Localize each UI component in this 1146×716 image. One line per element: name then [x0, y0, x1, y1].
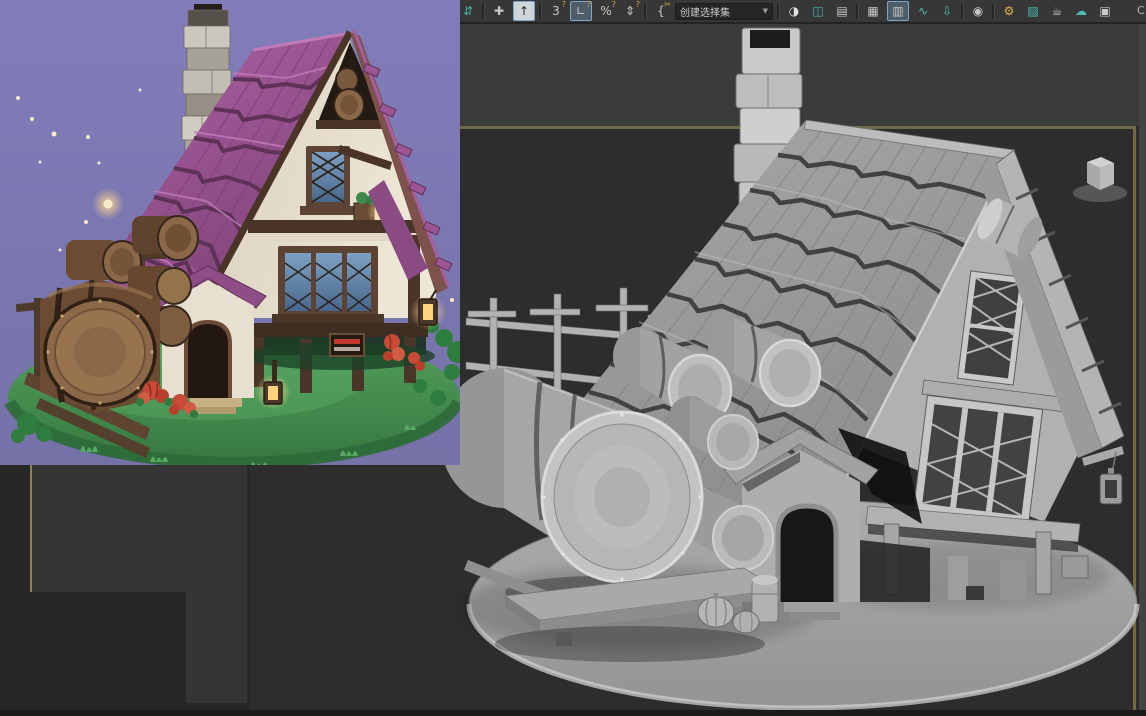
named-selection-sets-icon[interactable]: {✂ — [651, 1, 671, 20]
bottom-left-subviewport — [32, 465, 247, 592]
scene-explorer-icon[interactable]: ▤ — [832, 2, 852, 20]
snaps-toggle-icon[interactable]: 3? — [546, 1, 566, 20]
render-production-icon[interactable]: ☕ — [1047, 2, 1067, 20]
toolbar-separator — [539, 3, 542, 19]
align-icon[interactable]: ◫ — [808, 2, 828, 20]
toolbar-separator — [777, 3, 780, 19]
curve-editor-icon[interactable]: ∿ — [913, 2, 933, 20]
3ds-max-window: ⇵ ✚ ↑ 3? ∟? %? ⇕? {✂ 创建选择集 ▼ ◑ ◫ ▤ ▦ ▥ ∿… — [0, 0, 1146, 716]
tavern-sign — [329, 333, 365, 357]
spinner-snap-icon[interactable]: ⇕? — [620, 1, 640, 20]
toolbar-separator — [644, 3, 647, 19]
layer-explorer-icon[interactable]: ▦ — [863, 2, 883, 20]
mirror-icon[interactable]: ◑ — [784, 2, 804, 20]
percent-snap-icon[interactable]: %? — [596, 1, 616, 20]
material-editor-icon[interactable]: ◉ — [968, 2, 988, 20]
ref-lower-window — [272, 246, 384, 323]
dropdown-value: 创建选择集 — [680, 7, 730, 19]
viewport-left-border — [30, 465, 32, 592]
window-crossing-icon[interactable]: ⇵ — [458, 2, 478, 20]
rendered-frame-window-icon[interactable]: ▧ — [1023, 2, 1043, 20]
edge-partial-label: C — [1137, 4, 1145, 17]
right-panel-edge — [1139, 22, 1146, 716]
ribbon-toggle-icon[interactable]: ▥ — [887, 1, 909, 21]
schematic-view-icon[interactable]: ⇩ — [937, 2, 957, 20]
toolbar-separator — [856, 3, 859, 19]
angle-snap-icon[interactable]: ∟? — [570, 1, 592, 21]
ref-upper-window — [300, 146, 356, 215]
toolbar-separator — [992, 3, 995, 19]
toolbar-separator — [482, 3, 485, 19]
render-gallery-icon[interactable]: ▣ — [1095, 2, 1115, 20]
render-in-cloud-icon[interactable]: ☁ — [1071, 2, 1091, 20]
select-move-icon[interactable]: ✚ — [489, 2, 509, 20]
select-place-icon[interactable]: ↑ — [513, 1, 535, 21]
bottom-left-subviewport-step — [186, 592, 247, 703]
bottom-edge-strip — [0, 710, 1146, 716]
reference-image — [0, 0, 460, 465]
render-setup-icon[interactable]: ⚙ — [999, 2, 1019, 20]
chevron-down-icon: ▼ — [762, 7, 768, 15]
create-selection-set-dropdown[interactable]: 创建选择集 ▼ — [675, 2, 773, 20]
toolbar-separator — [961, 3, 964, 19]
